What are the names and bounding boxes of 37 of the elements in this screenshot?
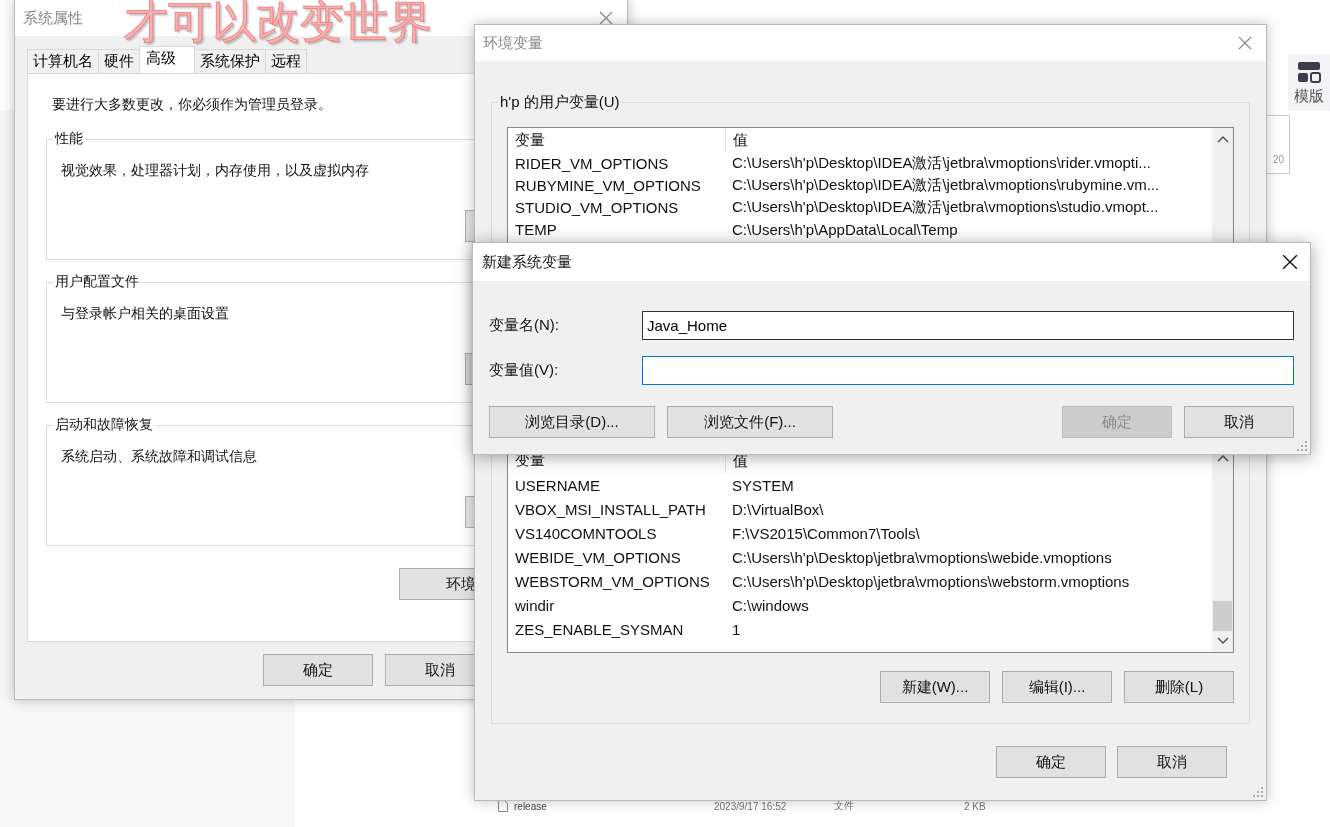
admin-note: 要进行大多数更改，你必须作为管理员登录。 [52, 96, 332, 114]
table-cell-text: VS140COMNTOOLS [514, 524, 658, 542]
table-cell-text: C:\Users\h'p\Desktop\IDEA激活\jetbra\vmoptions\studio.vmopt... [731, 197, 1159, 217]
table-cell-text: F:\VS2015\Common7\Tools\ [731, 524, 920, 542]
table-cell-text: C:\Users\h'p\AppData\Local\Temp [731, 220, 958, 238]
field-label: 变量名(N): [489, 316, 560, 335]
table-cell-text: C:\Users\h'p\Desktop\IDEA激活\jetbra\vmoptions\rubymine.vm... [731, 175, 1160, 195]
table-cell-text: RIDER_VM_OPTIONS [514, 154, 670, 172]
table-cell-text: D:\VirtualBox\ [731, 500, 824, 518]
table-cell-text: C:\Users\h'p\Desktop\jetbra\vmoptions\webstorm.vmoptions [731, 572, 1130, 590]
table-cell-text: STUDIO_VM_OPTIONS [514, 198, 680, 216]
table-cell-text: 1 [731, 620, 741, 638]
table-cell-text: C:\Users\h'p\Desktop\IDEA激活\jetbra\vmoptions\rider.vmopti... [731, 153, 1151, 173]
group-title: h'p 的用户变量(U) [498, 93, 622, 112]
table-cell-text: VBOX_MSI_INSTALL_PATH [514, 500, 707, 518]
table-cell-text: C:\windows [731, 596, 809, 614]
group-description: 系统启动、系统故障和调试信息 [61, 448, 257, 466]
table-cell-text: USERNAME [514, 476, 601, 494]
table-cell-text: WEBIDE_VM_OPTIONS [514, 548, 682, 566]
group-description: 与登录帐户相关的桌面设置 [61, 305, 229, 323]
thumbnail-label: 20 [1273, 154, 1285, 165]
window-title: 环境变量 [483, 33, 543, 53]
table-cell-text: C:\Users\h'p\Desktop\jetbra\vmoptions\webide.vmoptions [731, 548, 1112, 566]
table-cell-text: SYSTEM [731, 476, 794, 494]
table-cell-text: RUBYMINE_VM_OPTIONS [514, 176, 702, 194]
field-label: 变量值(V): [489, 361, 560, 380]
group-title: 启动和故障恢复 [53, 416, 155, 434]
group-title: 用户配置文件 [53, 273, 141, 291]
table-cell-text: ZES_ENABLE_SYSMAN [514, 620, 685, 638]
overlay-caption: 才可以改变世界 [124, 0, 432, 48]
group-title: 性能 [53, 130, 85, 148]
table-cell-text: WEBSTORM_VM_OPTIONS [514, 572, 711, 590]
window-title: 系统属性 [23, 8, 83, 28]
table-cell-text: TEMP [514, 220, 558, 238]
group-description: 视觉效果，处理器计划，内存使用，以及虚拟内存 [61, 162, 369, 180]
window-title: 新建系统变量 [482, 252, 572, 272]
table-cell-text: windir [514, 596, 556, 614]
